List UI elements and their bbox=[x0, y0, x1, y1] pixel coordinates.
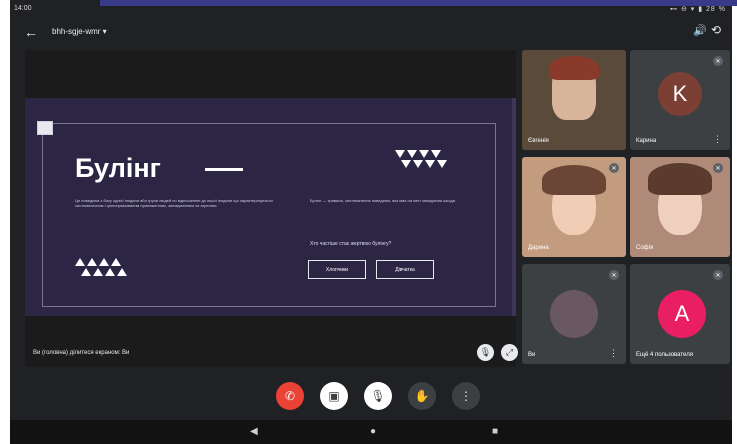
triangle-icon bbox=[87, 258, 97, 266]
slide-left-text: Це поведінка з боку однієї людини або гр… bbox=[75, 198, 273, 208]
back-arrow-icon[interactable]: ← bbox=[24, 24, 38, 40]
mic-off-icon[interactable]: 🎙 bbox=[477, 344, 494, 361]
participant-hair bbox=[542, 165, 606, 195]
shared-slide: Булінг Це поведінка з боку однієї людини… bbox=[25, 98, 516, 316]
triangle-icon bbox=[395, 150, 405, 158]
recents-nav-icon[interactable]: ■ bbox=[492, 426, 498, 437]
mic-off-icon: ✕ bbox=[609, 270, 619, 280]
participant-avatar bbox=[550, 290, 598, 338]
slide-question: Хто частіше стає жертвою булінгу? bbox=[310, 241, 392, 247]
top-accent-bar bbox=[100, 0, 737, 6]
system-icons: ⊷ ⊖ ▾ ▮ 28 % bbox=[670, 6, 726, 13]
triangle-icon bbox=[93, 268, 103, 276]
slide-button-girls: Дівчатка bbox=[376, 260, 434, 279]
speaker-icon[interactable]: 🔊 bbox=[693, 24, 707, 37]
presentation-tile[interactable]: Булінг Це поведінка з боку однієї людини… bbox=[25, 50, 518, 367]
participant-tile[interactable]: ✕ Софія bbox=[630, 157, 730, 257]
triangle-icon bbox=[117, 268, 127, 276]
triangle-icon bbox=[111, 258, 121, 266]
participant-tile[interactable]: Євгенія bbox=[522, 50, 626, 150]
mic-off-icon: ✕ bbox=[713, 163, 723, 173]
triangle-icon bbox=[75, 258, 85, 266]
title-dash bbox=[205, 168, 243, 171]
home-nav-icon[interactable]: ● bbox=[370, 426, 376, 437]
triangle-icon bbox=[401, 160, 411, 168]
triangle-icon bbox=[105, 268, 115, 276]
triangle-icon bbox=[413, 160, 423, 168]
mic-off-icon: ✕ bbox=[713, 56, 723, 66]
participant-name: Софія bbox=[636, 245, 654, 251]
more-options-button[interactable]: ⋮ bbox=[452, 382, 480, 410]
triangle-icon bbox=[431, 150, 441, 158]
participant-name: Карина bbox=[636, 138, 657, 144]
slide-button-boys: Хлопчики bbox=[308, 260, 366, 279]
participant-tile[interactable]: K ✕ Карина ⋮ bbox=[630, 50, 730, 150]
slide-scrollbar bbox=[512, 98, 516, 316]
raise-hand-button[interactable]: ✋ bbox=[408, 382, 436, 410]
more-options-icon[interactable]: ⋮ bbox=[609, 348, 618, 359]
slide-right-text: Булінг — тривала, систематична поведінка… bbox=[310, 198, 455, 203]
participant-tile[interactable]: ✕ Ви ⋮ bbox=[522, 264, 626, 364]
participant-avatar: K bbox=[658, 72, 702, 116]
presentation-label: Ви (головна) ділитеся екраном: Ви bbox=[33, 350, 130, 356]
android-nav-bar: ◀ ● ■ bbox=[10, 420, 732, 444]
end-call-button[interactable]: ✆ bbox=[276, 382, 304, 410]
meet-window: 14:00 ⊷ ⊖ ▾ ▮ 28 % ← bhh-sgje-wmr ▾ 🔊 ⟲ … bbox=[10, 0, 732, 444]
fullscreen-icon[interactable]: ⤢ bbox=[501, 344, 518, 361]
participant-tile[interactable]: ✕ Дарина bbox=[522, 157, 626, 257]
participant-name: Євгенія bbox=[528, 138, 549, 144]
switch-camera-icon[interactable]: ⟲ bbox=[711, 23, 721, 37]
triangle-icon bbox=[419, 150, 429, 158]
mic-off-icon: ✕ bbox=[713, 270, 723, 280]
participant-name: Дарина bbox=[528, 245, 549, 251]
participant-avatar: A bbox=[658, 290, 706, 338]
slide-logo-icon bbox=[37, 121, 53, 135]
participant-hair bbox=[549, 56, 599, 80]
participant-hair bbox=[648, 163, 712, 195]
triangle-icon bbox=[437, 160, 447, 168]
participant-name: Ви bbox=[528, 352, 536, 358]
slide-title: Булінг bbox=[75, 153, 161, 183]
mic-off-icon: ✕ bbox=[609, 163, 619, 173]
participant-name: Ещё 4 пользователя bbox=[636, 352, 693, 358]
triangle-icon bbox=[407, 150, 417, 158]
mic-button[interactable]: 🎙 bbox=[364, 382, 392, 410]
back-nav-icon[interactable]: ◀ bbox=[250, 426, 258, 437]
triangle-icon bbox=[425, 160, 435, 168]
clock: 14:00 bbox=[14, 5, 32, 12]
triangle-icon bbox=[99, 258, 109, 266]
meeting-header: ← bhh-sgje-wmr ▾ 🔊 ⟲ bbox=[10, 18, 732, 46]
camera-button[interactable]: ▣ bbox=[320, 382, 348, 410]
participant-tile[interactable]: A ✕ Ещё 4 пользователя bbox=[630, 264, 730, 364]
more-options-icon[interactable]: ⋮ bbox=[713, 134, 722, 145]
meeting-code[interactable]: bhh-sgje-wmr ▾ bbox=[52, 27, 107, 36]
triangle-icon bbox=[81, 268, 91, 276]
